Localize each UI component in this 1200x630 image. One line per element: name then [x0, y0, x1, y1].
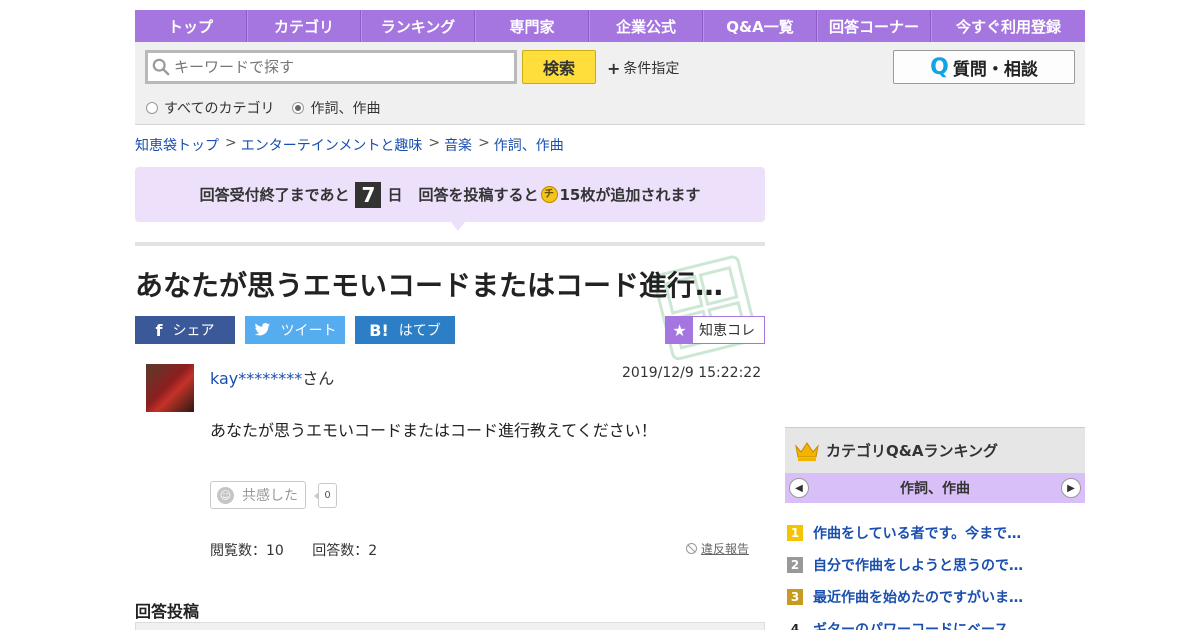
ranking-link[interactable]: 最近作曲を始めたのですがいま… — [813, 587, 1023, 607]
breadcrumb-link-entertainment[interactable]: エンターテインメントと趣味 — [241, 135, 423, 155]
rank-badge: 4 — [790, 622, 800, 630]
share-label: はてブ — [398, 323, 441, 339]
search-area: 検索 + 条件指定 Q 質問・相談 すべてのカテゴリ 作詞、作曲 — [135, 42, 1085, 125]
prev-arrow-icon[interactable]: ◀ — [789, 478, 809, 498]
rank-badge: 1 — [787, 525, 803, 541]
radio-icon — [146, 102, 158, 114]
list-item: 2 自分で作曲をしようと思うので… — [785, 549, 1085, 581]
empathy-label: 共感した — [242, 488, 298, 504]
radio-checked-icon — [292, 102, 305, 114]
answer-heading: 回答投稿 — [135, 602, 200, 621]
ranking-link[interactable]: 自分で作曲をしようと思うので… — [813, 555, 1023, 575]
days-remaining: 7 — [355, 181, 382, 208]
ranking-category: 作詞、作曲 — [900, 481, 970, 497]
question-stats: 閲覧数：10 回答数：2 — [210, 540, 401, 560]
answer-count: 回答数：2 — [312, 543, 378, 559]
twitter-bird-icon — [254, 323, 270, 336]
avatar[interactable] — [146, 364, 194, 412]
ranking-category-bar: ◀ 作詞、作曲 ▶ — [785, 473, 1085, 503]
rank-badge: 2 — [787, 557, 803, 573]
q-icon: Q — [930, 54, 949, 80]
report-label[interactable]: 違反報告 — [701, 540, 749, 557]
breadcrumb-link-top[interactable]: 知恵袋トップ — [135, 135, 219, 155]
plus-icon: + — [607, 58, 621, 78]
prohibited-icon — [686, 543, 697, 554]
nav-experts[interactable]: 専門家 — [475, 10, 589, 42]
ranking-title: カテゴリQ&Aランキング — [826, 442, 998, 460]
chiecolle-button[interactable]: ★ 知恵コレ — [665, 316, 765, 344]
author-link[interactable]: kay******** — [210, 369, 302, 388]
share-twitter-button[interactable]: ツイート — [245, 316, 345, 344]
notice-text-post: 回答を投稿すると — [418, 186, 539, 204]
question-body: あなたが思うエモいコードまたはコード進行教えてください！ — [210, 421, 657, 440]
hatena-b-icon: B! — [369, 320, 389, 340]
empathy-button[interactable]: ☺ 共感した — [210, 481, 306, 509]
list-item: 1 作曲をしている者です。今まで… — [785, 517, 1085, 549]
star-icon: ★ — [666, 317, 693, 343]
category-scope: すべてのカテゴリ 作詞、作曲 — [146, 98, 398, 118]
page: トップ カテゴリ ランキング 専門家 企業公式 Q&A一覧 回答コーナー 今すぐ… — [135, 10, 1085, 630]
view-count: 閲覧数：10 — [210, 543, 284, 559]
ranking-link[interactable]: ギターのパワーコードにベース… — [813, 619, 1022, 630]
radio-current-category[interactable]: 作詞、作曲 — [292, 98, 380, 118]
breadcrumb-link-music[interactable]: 音楽 — [444, 135, 472, 155]
search-box[interactable] — [145, 50, 517, 84]
crown-icon — [795, 441, 819, 461]
coin-icon: チ — [540, 186, 558, 203]
answer-form[interactable] — [135, 622, 765, 630]
share-hatena-button[interactable]: B! はてブ — [355, 316, 455, 344]
nav-register[interactable]: 今すぐ利用登録 — [931, 10, 1085, 42]
nav-category[interactable]: カテゴリ — [247, 10, 361, 42]
share-facebook-button[interactable]: f シェア — [135, 316, 235, 344]
ask-question-label: 質問・相談 — [952, 59, 1038, 80]
author-suffix: さん — [302, 369, 335, 388]
empathy-count: 0 — [314, 483, 337, 508]
nav-qa-list[interactable]: Q&A一覧 — [703, 10, 817, 42]
breadcrumb-separator: > — [428, 135, 441, 151]
global-nav: トップ カテゴリ ランキング 専門家 企業公式 Q&A一覧 回答コーナー 今すぐ… — [135, 10, 1085, 42]
condition-link[interactable]: + 条件指定 — [607, 58, 679, 78]
ranking-link[interactable]: 作曲をしている者です。今まで… — [813, 523, 1021, 543]
next-arrow-icon[interactable]: ▶ — [1061, 478, 1081, 498]
ranking-header: カテゴリQ&Aランキング — [785, 427, 1085, 473]
share-label: シェア — [172, 323, 215, 339]
notice-tail — [451, 222, 465, 231]
share-label: ツイート — [280, 323, 337, 339]
list-item: 4 ギターのパワーコードにベース… — [785, 613, 1085, 630]
question-date: 2019/12/9 15:22:22 — [622, 365, 762, 381]
search-button[interactable]: 検索 — [522, 50, 596, 84]
breadcrumb-link-composition[interactable]: 作詞、作曲 — [494, 135, 564, 155]
nav-official[interactable]: 企業公式 — [589, 10, 703, 42]
question-author: kay********さん — [210, 365, 334, 389]
report-link[interactable]: 違反報告 — [686, 540, 749, 557]
facebook-icon: f — [155, 320, 163, 340]
notice-text: 回答受付終了まであと — [199, 186, 350, 204]
ask-question-button[interactable]: Q 質問・相談 — [893, 50, 1075, 84]
ranking-list: 1 作曲をしている者です。今まで… 2 自分で作曲をしようと思うので… 3 最近… — [785, 503, 1085, 630]
radio-label: すべてのカテゴリ — [164, 101, 275, 117]
breadcrumb-separator: > — [478, 135, 490, 151]
category-ranking: カテゴリQ&Aランキング ◀ 作詞、作曲 ▶ 1 作曲をしている者です。今まで…… — [785, 427, 1085, 630]
question-title: あなたが思うエモいコードまたはコード進行… — [135, 269, 724, 302]
radio-label: 作詞、作曲 — [310, 101, 381, 117]
condition-label: 条件指定 — [623, 61, 680, 77]
notice-unit: 日 — [387, 186, 403, 204]
rank-badge: 3 — [787, 589, 803, 605]
nav-top[interactable]: トップ — [135, 10, 247, 42]
search-input[interactable] — [174, 58, 494, 76]
nav-answer-corner[interactable]: 回答コーナー — [817, 10, 931, 42]
nav-ranking[interactable]: ランキング — [361, 10, 475, 42]
deadline-notice: 回答受付終了まであと 7 日 回答を投稿すると チ 15枚が追加されます — [135, 167, 765, 222]
chiecolle-label: 知恵コレ — [699, 323, 755, 339]
smile-icon: ☺ — [217, 486, 234, 504]
radio-all-categories[interactable]: すべてのカテゴリ — [146, 98, 274, 118]
notice-coin-text: 15枚が追加されます — [559, 186, 701, 204]
breadcrumb: 知恵袋トップ > エンターテインメントと趣味 > 音楽 > 作詞、作曲 — [135, 135, 564, 155]
list-item: 3 最近作曲を始めたのですがいま… — [785, 581, 1085, 613]
divider — [135, 242, 765, 246]
breadcrumb-separator: > — [225, 135, 237, 151]
search-icon — [152, 58, 170, 76]
